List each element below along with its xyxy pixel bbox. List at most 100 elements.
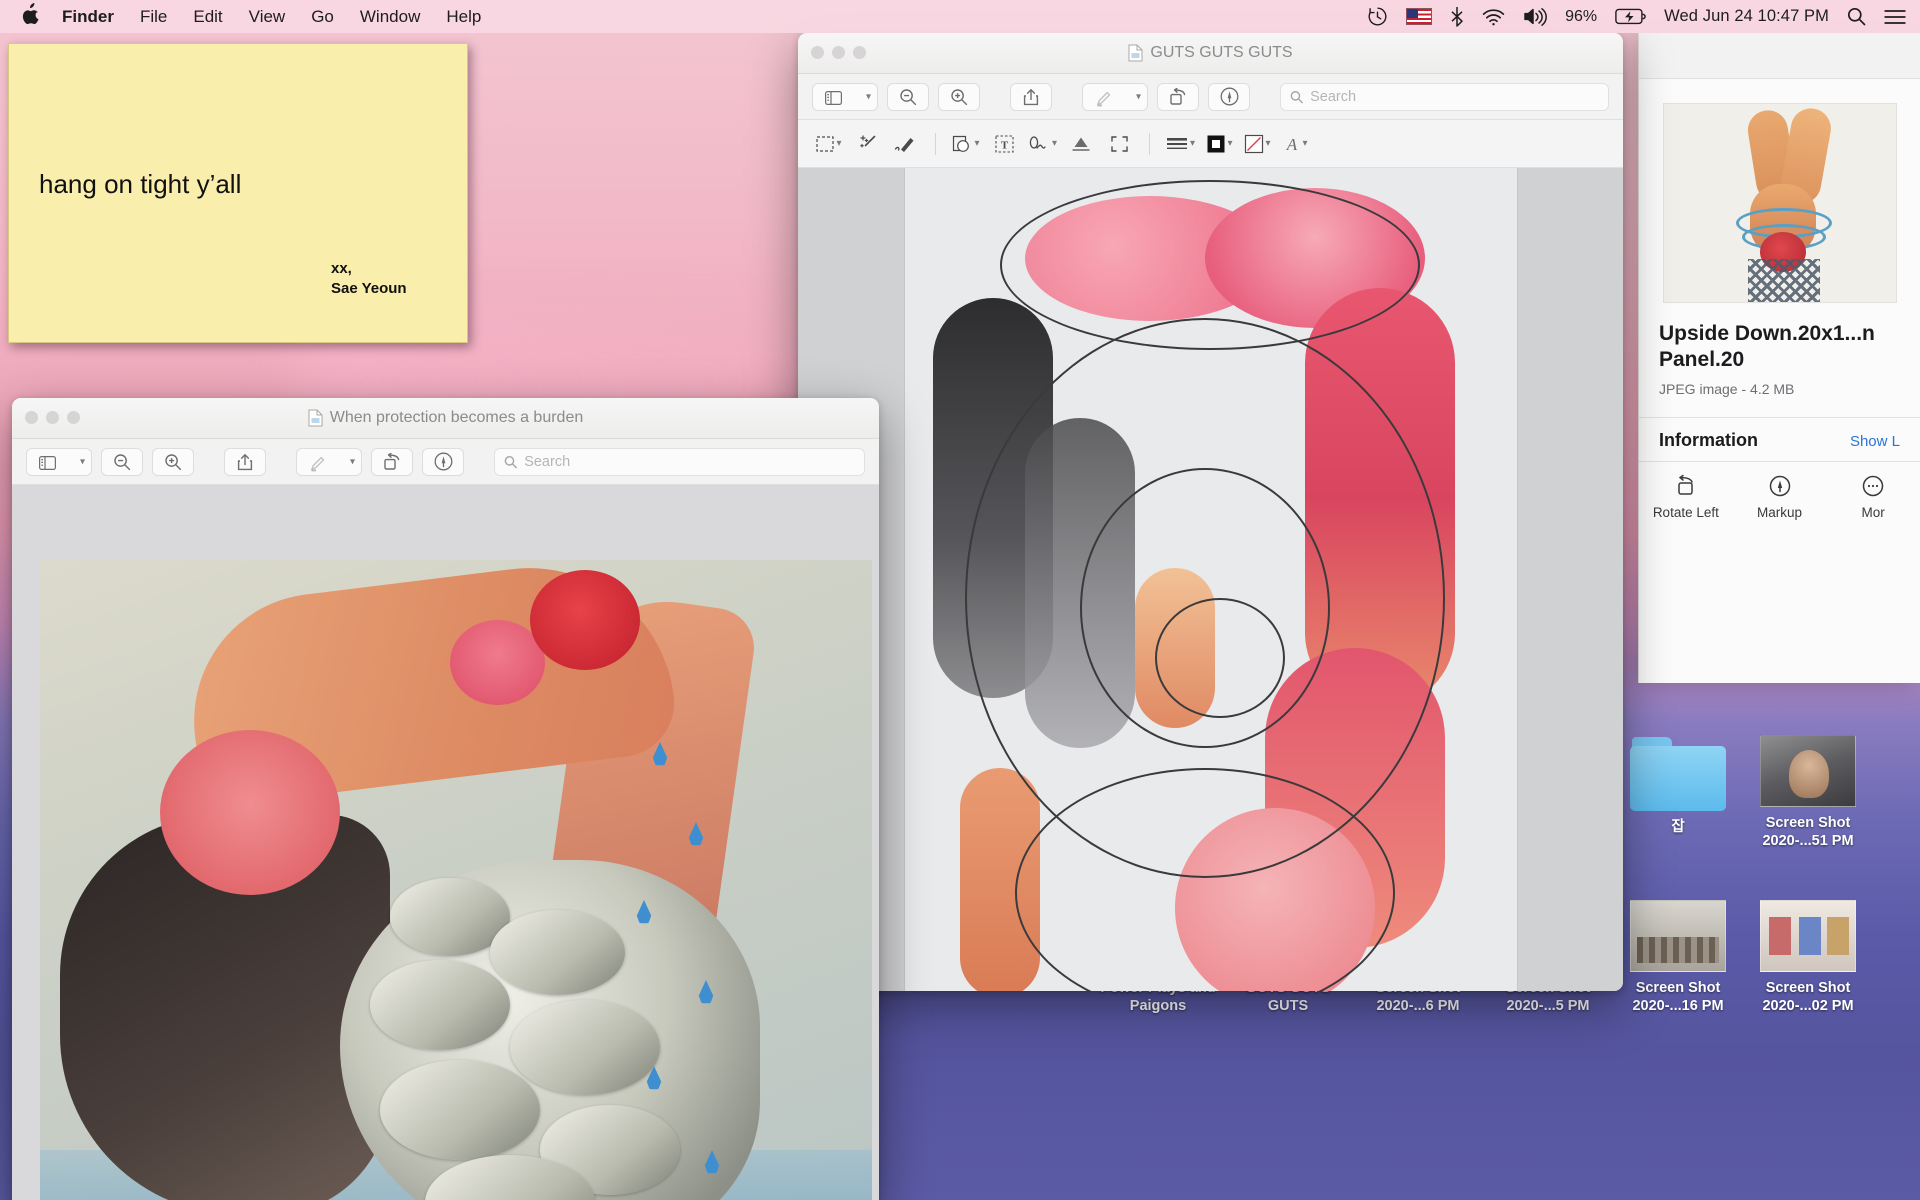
more-button[interactable]: Mor	[1826, 474, 1920, 520]
sign-off: xx,	[331, 260, 352, 277]
sidebar-toggle-button[interactable]: ▾	[812, 82, 878, 111]
adjust-color-button[interactable]	[1064, 129, 1098, 159]
menu-item-finder[interactable]: Finder	[62, 7, 114, 27]
line-style-button[interactable]: ▾	[1163, 129, 1198, 159]
zoom-in-button[interactable]	[938, 82, 980, 111]
battery-charging-icon[interactable]	[1615, 8, 1646, 25]
preview-canvas-protection[interactable]	[12, 485, 879, 1200]
window-title: GUTS GUTS GUTS	[798, 44, 1623, 62]
rotate-left-label: Rotate Left	[1652, 505, 1719, 521]
rotate-left-button[interactable]	[1157, 82, 1199, 111]
control-center-icon[interactable]	[1884, 9, 1906, 25]
markup-toggle-button[interactable]: ▾	[1082, 82, 1148, 111]
bluetooth-icon[interactable]	[1450, 6, 1464, 27]
shapes-icon	[953, 135, 970, 152]
markup-pen-icon	[310, 456, 325, 471]
desktop-icon-screenshot-02[interactable]: Screen Shot 2020-...02 PM	[1748, 900, 1868, 1015]
markup-toolbar[interactable]: ▾ ▾ T ▾ ▾ ▾ ▾ A ▾	[798, 120, 1623, 168]
instant-alpha-button[interactable]	[850, 129, 884, 159]
toolbar-divider	[1149, 132, 1151, 155]
border-color-icon	[1244, 134, 1263, 153]
preview-toolbar[interactable]: ▾ ▾	[798, 74, 1623, 120]
chevron-down-icon[interactable]: ▾	[1266, 138, 1271, 149]
show-less-link[interactable]: Show L	[1850, 433, 1900, 450]
shape-style-button[interactable]: ▾	[1202, 129, 1236, 159]
search-field[interactable]	[1280, 82, 1609, 111]
window-title: When protection becomes a burden	[12, 409, 879, 427]
menu-item-file[interactable]: File	[140, 7, 167, 27]
rotate-left-button[interactable]	[371, 447, 413, 476]
preview-window-guts[interactable]: GUTS GUTS GUTS ▾ ▾ Search ▾ ▾ T ▾ ▾ ▾ ▾ …	[798, 33, 1623, 991]
chevron-down-icon[interactable]: ▾	[1190, 138, 1195, 149]
zoom-in-icon	[951, 88, 968, 105]
more-label: Mor	[1861, 505, 1885, 521]
menu-bar[interactable]: Finder File Edit View Go Window Help 96%…	[0, 0, 1920, 33]
zoom-in-button[interactable]	[152, 447, 194, 476]
menu-item-window[interactable]: Window	[360, 7, 420, 27]
zoom-out-button[interactable]	[887, 82, 929, 111]
sketch-button[interactable]	[888, 129, 922, 159]
desktop-icon-folder[interactable]: 잡	[1618, 735, 1738, 836]
chevron-down-icon[interactable]: ▾	[350, 456, 355, 467]
volume-icon[interactable]	[1523, 7, 1548, 26]
window-title-text: When protection becomes a burden	[329, 409, 584, 426]
chevron-down-icon[interactable]: ▾	[866, 91, 871, 102]
share-icon	[1023, 88, 1039, 105]
wifi-icon[interactable]	[1482, 8, 1505, 26]
battery-percent[interactable]: 96%	[1565, 8, 1597, 26]
sidebar-toggle-button[interactable]: ▾	[26, 447, 92, 476]
search-icon	[504, 455, 517, 468]
chevron-down-icon[interactable]: ▾	[974, 138, 979, 149]
selection-tool-button[interactable]: ▾	[812, 129, 846, 159]
border-color-button[interactable]: ▾	[1240, 129, 1274, 159]
share-button[interactable]	[1010, 82, 1052, 111]
search-input[interactable]	[524, 453, 855, 470]
info-section-title: Information	[1659, 430, 1758, 451]
menu-item-edit[interactable]: Edit	[193, 7, 222, 27]
rotate-left-button[interactable]: Rotate Left	[1639, 474, 1733, 520]
menu-item-view[interactable]: View	[249, 7, 286, 27]
sign-button[interactable]: ▾	[1025, 129, 1060, 159]
search-input[interactable]	[1310, 88, 1599, 105]
titlebar[interactable]: When protection becomes a burden	[12, 398, 879, 439]
svg-text:A: A	[1285, 135, 1297, 154]
text-button[interactable]: T	[987, 129, 1021, 159]
chevron-down-icon[interactable]: ▾	[80, 456, 85, 467]
menu-item-help[interactable]: Help	[446, 7, 481, 27]
preview-toolbar[interactable]: ▾ ▾	[12, 439, 879, 485]
search-field[interactable]	[494, 447, 865, 476]
preview-window-protection[interactable]: When protection becomes a burden ▾ ▾ Sea…	[12, 398, 879, 1200]
shape-style-icon	[1207, 135, 1225, 152]
chevron-down-icon[interactable]: ▾	[1052, 138, 1057, 149]
menu-bar-status-area[interactable]: 96% Wed Jun 24 10:47 PM	[1367, 6, 1906, 27]
us-flag-icon	[1406, 8, 1433, 25]
annotate-button[interactable]	[422, 447, 464, 476]
zoom-out-button[interactable]	[101, 447, 143, 476]
folder-icon	[1630, 735, 1726, 811]
text-style-button[interactable]: A ▾	[1278, 129, 1312, 159]
apple-menu-icon[interactable]	[22, 3, 40, 28]
desktop-icon-screenshot-51[interactable]: Screen Shot 2020-...51 PM	[1748, 735, 1868, 850]
share-icon	[237, 453, 253, 470]
menu-bar-clock[interactable]: Wed Jun 24 10:47 PM	[1664, 7, 1829, 26]
line-style-icon	[1167, 137, 1188, 149]
markup-toggle-button[interactable]: ▾	[296, 447, 362, 476]
titlebar[interactable]: GUTS GUTS GUTS	[798, 33, 1623, 74]
time-machine-icon[interactable]	[1367, 6, 1388, 27]
desktop-icon-screenshot-16[interactable]: Screen Shot 2020-...16 PM	[1618, 900, 1738, 1015]
input-source-flag[interactable]	[1406, 8, 1433, 25]
crop-icon	[1110, 135, 1128, 152]
menu-item-go[interactable]: Go	[311, 7, 334, 27]
shapes-button[interactable]: ▾	[949, 129, 983, 159]
chevron-down-icon[interactable]: ▾	[836, 138, 841, 149]
crop-button[interactable]	[1102, 129, 1136, 159]
share-button[interactable]	[224, 447, 266, 476]
chevron-down-icon[interactable]: ▾	[1228, 138, 1233, 149]
spotlight-search-icon[interactable]	[1847, 7, 1866, 26]
sticky-note[interactable]: hang on tight y’all xx, Sae Yeoun	[8, 43, 468, 343]
markup-button[interactable]: Markup	[1733, 474, 1827, 520]
preview-canvas-guts[interactable]	[798, 168, 1623, 991]
chevron-down-icon[interactable]: ▾	[1136, 91, 1141, 102]
chevron-down-icon[interactable]: ▾	[1303, 138, 1308, 149]
annotate-button[interactable]	[1208, 82, 1250, 111]
